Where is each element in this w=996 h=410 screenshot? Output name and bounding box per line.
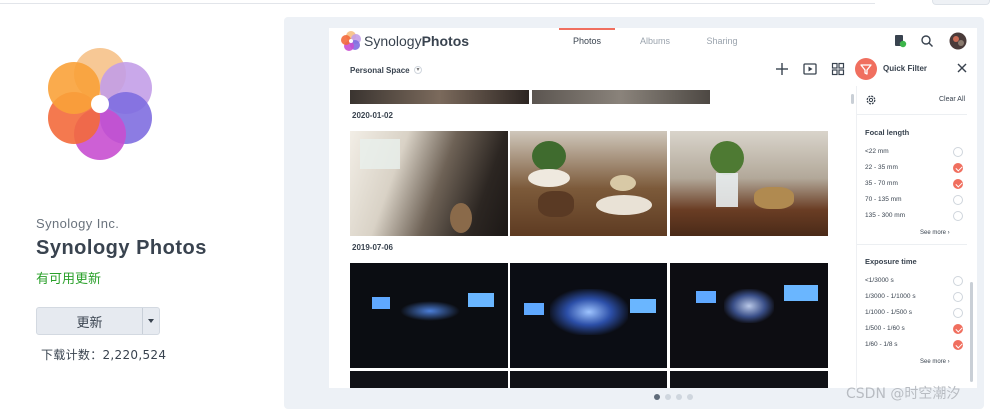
panel-scrollbar[interactable] (970, 282, 973, 382)
checkbox[interactable] (953, 308, 963, 318)
document-status-icon[interactable] (893, 34, 907, 48)
tab-albums[interactable]: Albums (627, 28, 683, 54)
app-detail-page: Synology Inc. Synology Photos 有可用更新 更新 下… (0, 0, 996, 410)
app-title: Synology Photos (36, 237, 207, 259)
filter-option-exposure-2[interactable]: 1/1000 - 1/500 s (865, 307, 963, 319)
top-divider (0, 0, 875, 4)
update-dropdown-button[interactable] (143, 308, 159, 334)
chevron-down-icon[interactable]: ▾ (414, 66, 422, 74)
quick-filter-label: Quick Filter (883, 64, 928, 73)
filter-option-focal-1[interactable]: 22 - 35 mm (865, 162, 963, 174)
photo-thumbnail[interactable] (532, 90, 710, 104)
photo-thumbnail[interactable] (670, 131, 828, 236)
date-header: 2019-07-06 (352, 243, 393, 252)
update-status: 有可用更新 (36, 272, 102, 287)
brand-prefix: Synology (364, 33, 422, 49)
close-icon[interactable] (956, 62, 968, 74)
panel-divider (857, 114, 967, 115)
see-more-focal-link[interactable]: See more › (920, 230, 950, 236)
add-icon[interactable] (774, 61, 790, 77)
search-icon[interactable] (920, 34, 934, 48)
photos-logo-icon (341, 31, 361, 51)
photo-thumbnail[interactable] (510, 263, 667, 368)
quick-filter-button[interactable] (855, 58, 877, 80)
watermark: CSDN @时空潮汐 (846, 386, 961, 402)
carousel-dot[interactable] (687, 394, 693, 400)
photos-brand: SynologyPhotos (364, 33, 469, 49)
brand-suffix: Photos (421, 33, 470, 49)
photo-thumbnail[interactable] (350, 131, 508, 236)
carousel-dot[interactable] (676, 394, 682, 400)
grid-scrollbar[interactable] (851, 94, 854, 104)
filter-option-exposure-4[interactable]: 1/60 - 1/8 s (865, 339, 963, 351)
checkbox[interactable] (953, 292, 963, 302)
photo-thumbnail[interactable] (350, 263, 508, 368)
synology-photos-app-icon (48, 48, 152, 160)
panel-divider (857, 244, 967, 245)
carousel-dots (654, 394, 693, 400)
filter-option-exposure-0[interactable]: <1/3000 s (865, 275, 963, 287)
space-selector-label[interactable]: Personal Space (350, 66, 410, 75)
filter-icon (860, 64, 872, 75)
app-screenshot: SynologyPhotos Photos Albums Sharing Per… (329, 28, 977, 388)
photo-thumbnail[interactable] (510, 131, 667, 236)
photo-thumbnail[interactable] (350, 90, 529, 104)
tab-photos[interactable]: Photos (559, 28, 615, 54)
photo-thumbnail[interactable] (350, 371, 508, 388)
filter-option-exposure-3[interactable]: 1/500 - 1/60 s (865, 323, 963, 335)
slideshow-icon[interactable] (802, 61, 818, 77)
photo-grid: 2020-01-02 2019-07-06 (350, 90, 850, 388)
grid-view-icon[interactable] (830, 61, 846, 77)
focal-length-title: Focal length (865, 128, 910, 137)
avatar[interactable] (949, 32, 967, 50)
gear-icon[interactable] (865, 94, 877, 106)
checkbox-checked[interactable] (953, 179, 963, 189)
checkbox[interactable] (953, 195, 963, 205)
vendor-name: Synology Inc. (36, 216, 120, 231)
filter-option-focal-2[interactable]: 35 - 70 mm (865, 178, 963, 190)
date-header: 2020-01-02 (352, 111, 393, 120)
checkbox[interactable] (953, 211, 963, 221)
checkbox-checked[interactable] (953, 163, 963, 173)
update-button[interactable]: 更新 (37, 308, 143, 334)
exposure-time-title: Exposure time (865, 257, 917, 266)
update-button-group: 更新 (36, 307, 160, 335)
tab-sharing[interactable]: Sharing (694, 28, 750, 54)
carousel-dot[interactable] (665, 394, 671, 400)
checkbox[interactable] (953, 276, 963, 286)
photos-header: SynologyPhotos Photos Albums Sharing (329, 28, 977, 54)
see-more-exposure-link[interactable]: See more › (920, 359, 950, 365)
quick-filter-panel: Clear All Focal length <22 mm 22 - 35 mm… (856, 86, 977, 388)
clear-all-link[interactable]: Clear All (939, 96, 965, 103)
photo-thumbnail[interactable] (670, 371, 828, 388)
filter-option-focal-0[interactable]: <22 mm (865, 146, 963, 158)
filter-option-exposure-1[interactable]: 1/3000 - 1/1000 s (865, 291, 963, 303)
filter-option-focal-4[interactable]: 135 - 300 mm (865, 210, 963, 222)
photo-thumbnail[interactable] (510, 371, 667, 388)
caret-down-icon (148, 319, 154, 323)
download-count: 下载计数：2,220,524 (41, 348, 167, 362)
carousel-dot-active[interactable] (654, 394, 660, 400)
photo-thumbnail[interactable] (670, 263, 828, 368)
top-button-fragment[interactable] (932, 0, 990, 5)
checkbox-checked[interactable] (953, 340, 963, 350)
filter-option-focal-3[interactable]: 70 - 135 mm (865, 194, 963, 206)
checkbox[interactable] (953, 147, 963, 157)
checkbox-checked[interactable] (953, 324, 963, 334)
